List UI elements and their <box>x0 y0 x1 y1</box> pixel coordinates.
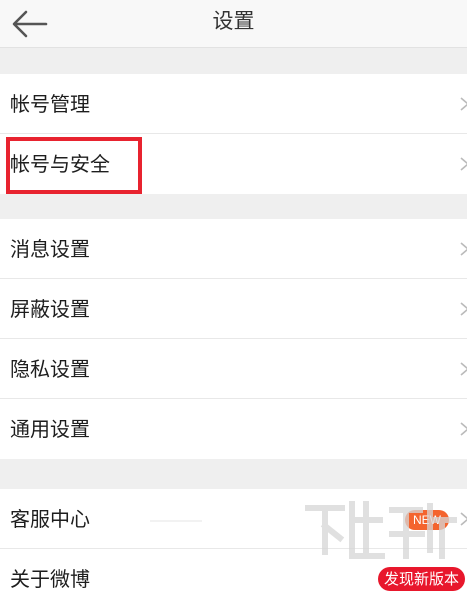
settings-item-label: 屏蔽设置 <box>10 297 90 321</box>
settings-item-about-weibo[interactable]: 关于微博 发现新版本 <box>0 549 467 609</box>
chevron-right-icon <box>460 362 467 376</box>
settings-item-label: 帐号与安全 <box>10 152 110 176</box>
settings-item-account-management[interactable]: 帐号管理 <box>0 74 467 134</box>
chevron-right-icon <box>460 97 467 111</box>
settings-group-support: 客服中心 NEW 关于微博 发现新版本 <box>0 489 467 609</box>
settings-group-account: 帐号管理 帐号与安全 <box>0 74 467 194</box>
settings-item-account-security[interactable]: 帐号与安全 <box>0 134 467 194</box>
new-badge: NEW <box>405 510 449 530</box>
settings-item-label: 客服中心 <box>10 507 90 531</box>
settings-item-label: 隐私设置 <box>10 357 90 381</box>
top-bar: 设置 <box>0 0 467 48</box>
settings-item-label: 消息设置 <box>10 237 90 261</box>
settings-item-message-settings[interactable]: 消息设置 <box>0 219 467 279</box>
settings-item-block-settings[interactable]: 屏蔽设置 <box>0 279 467 339</box>
chevron-right-icon <box>460 242 467 256</box>
settings-item-privacy-settings[interactable]: 隐私设置 <box>0 339 467 399</box>
chevron-right-icon <box>460 512 467 526</box>
settings-item-label: 关于微博 <box>10 567 90 591</box>
settings-group-general: 消息设置 屏蔽设置 隐私设置 通用设置 <box>0 219 467 459</box>
page-title: 设置 <box>212 9 255 33</box>
settings-item-customer-service[interactable]: 客服中心 NEW <box>0 489 467 549</box>
chevron-right-icon <box>460 422 467 436</box>
new-version-badge: 发现新版本 <box>377 567 465 591</box>
divider <box>150 520 202 522</box>
settings-item-general-settings[interactable]: 通用设置 <box>0 399 467 459</box>
settings-item-label: 帐号管理 <box>10 92 90 116</box>
settings-item-label: 通用设置 <box>10 417 90 441</box>
chevron-right-icon <box>460 157 467 171</box>
chevron-right-icon <box>460 302 467 316</box>
